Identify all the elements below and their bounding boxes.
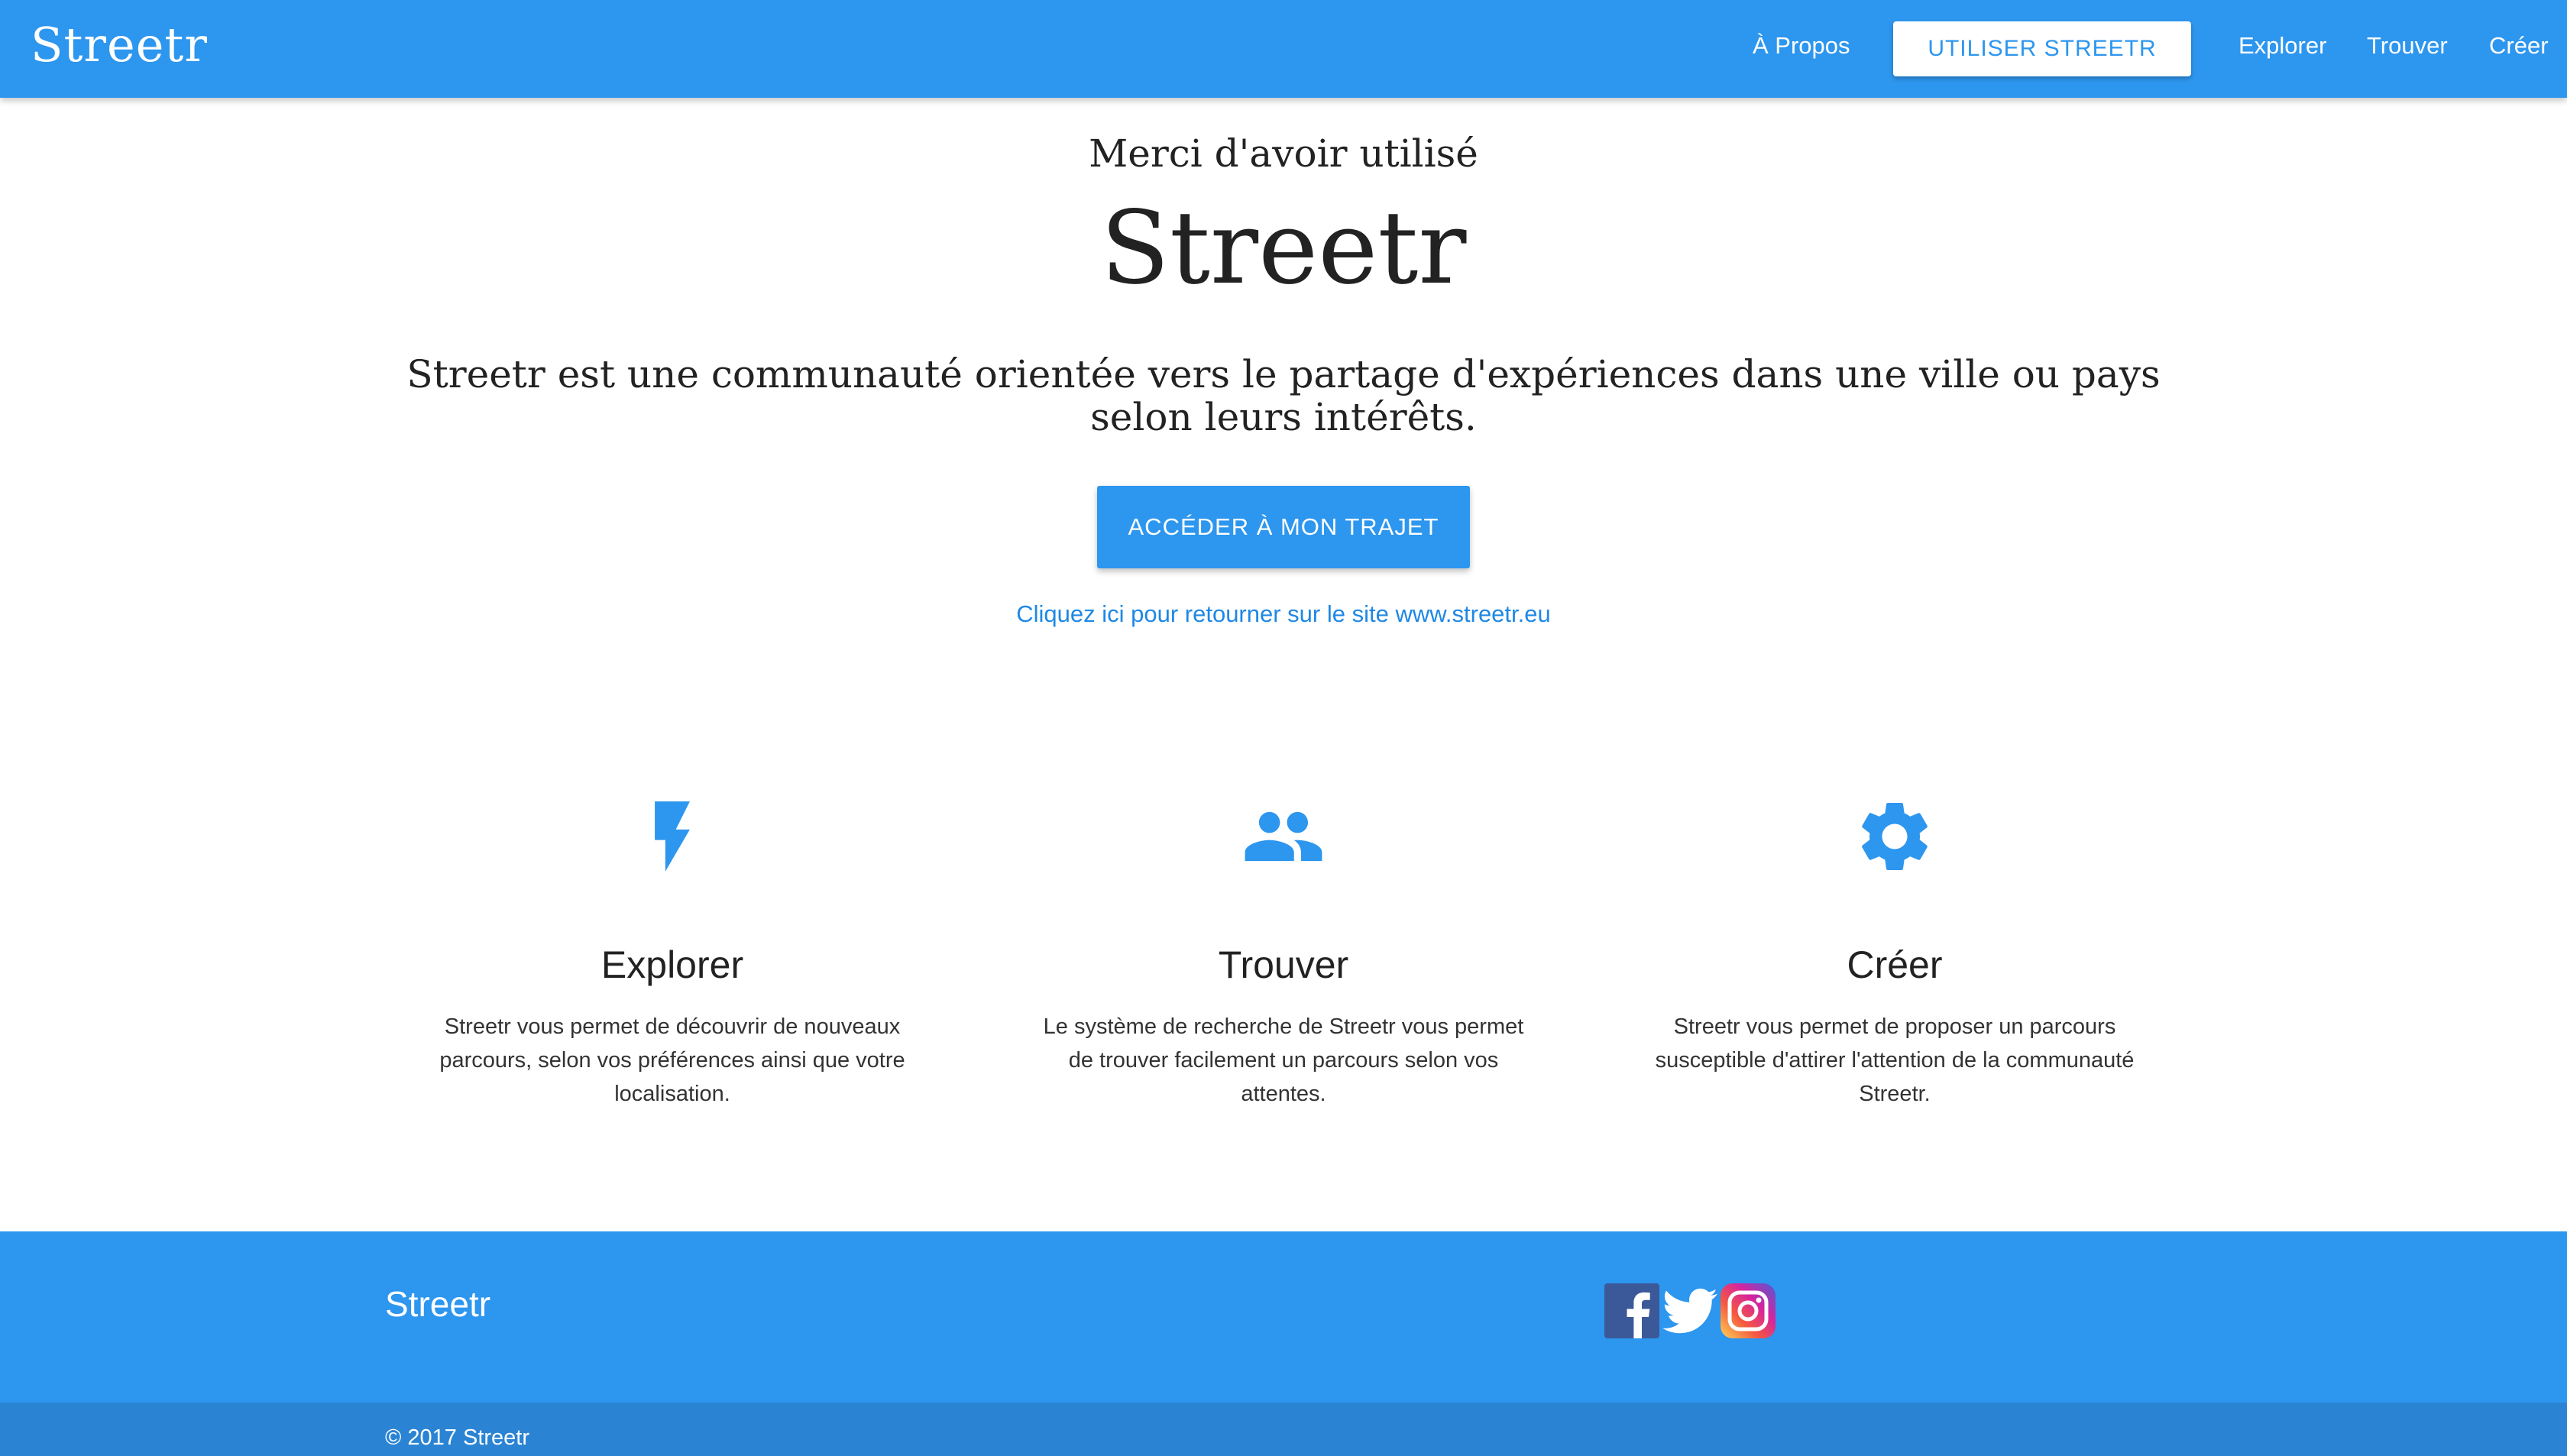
- back-to-site-link[interactable]: Cliquez ici pour retourner sur le site w…: [0, 600, 2567, 628]
- flash-icon: [655, 801, 690, 872]
- brand-logo[interactable]: Streetr: [31, 17, 208, 73]
- footer-brand: Streetr: [385, 1284, 491, 1324]
- feature-explorer: Explorer Streetr vous permet de découvri…: [397, 794, 947, 1111]
- nav-link-creer[interactable]: Créer: [2489, 32, 2549, 60]
- nav-link-explorer[interactable]: Explorer: [2238, 32, 2326, 60]
- use-streetr-button[interactable]: UTILISER STREETR: [1893, 21, 2191, 76]
- hero-subtitle: Merci d'avoir utilisé: [1089, 131, 1478, 176]
- feature-text: Streetr vous permet de proposer un parco…: [1655, 1014, 2135, 1106]
- twitter-icon[interactable]: [1662, 1283, 1717, 1338]
- facebook-icon[interactable]: [1604, 1283, 1659, 1338]
- hero-description: Streetr est une communauté orientée vers…: [406, 352, 2161, 439]
- gear-icon: [1862, 803, 1928, 870]
- copyright-text: © 2017 Streetr: [385, 1425, 530, 1450]
- feature-title: Trouver: [1218, 943, 1349, 986]
- feature-title: Créer: [1847, 943, 1943, 986]
- nav-link-a-propos[interactable]: À Propos: [1753, 32, 1850, 60]
- instagram-icon[interactable]: [1721, 1283, 1776, 1338]
- feature-trouver: Trouver Le système de recherche de Stree…: [1008, 794, 1559, 1111]
- feature-title: Explorer: [600, 943, 744, 986]
- hero-title: Streetr: [1100, 189, 1467, 307]
- feature-text: Streetr vous permet de découvrir de nouv…: [439, 1014, 905, 1106]
- nav-link-trouver[interactable]: Trouver: [2367, 32, 2448, 60]
- navbar: Streetr À Propos UTILISER STREETR Explor…: [0, 0, 2567, 98]
- feature-creer: Créer Streetr vous permet de proposer un…: [1620, 794, 2170, 1111]
- footer: Streetr: [0, 1231, 2567, 1403]
- people-icon: [1245, 811, 1322, 862]
- feature-text: Le système de recherche de Streetr vous …: [1043, 1014, 1524, 1106]
- access-trip-button[interactable]: ACCÉDER À MON TRAJET: [1097, 486, 1470, 568]
- footer-bottom-bar: © 2017 Streetr: [0, 1403, 2567, 1456]
